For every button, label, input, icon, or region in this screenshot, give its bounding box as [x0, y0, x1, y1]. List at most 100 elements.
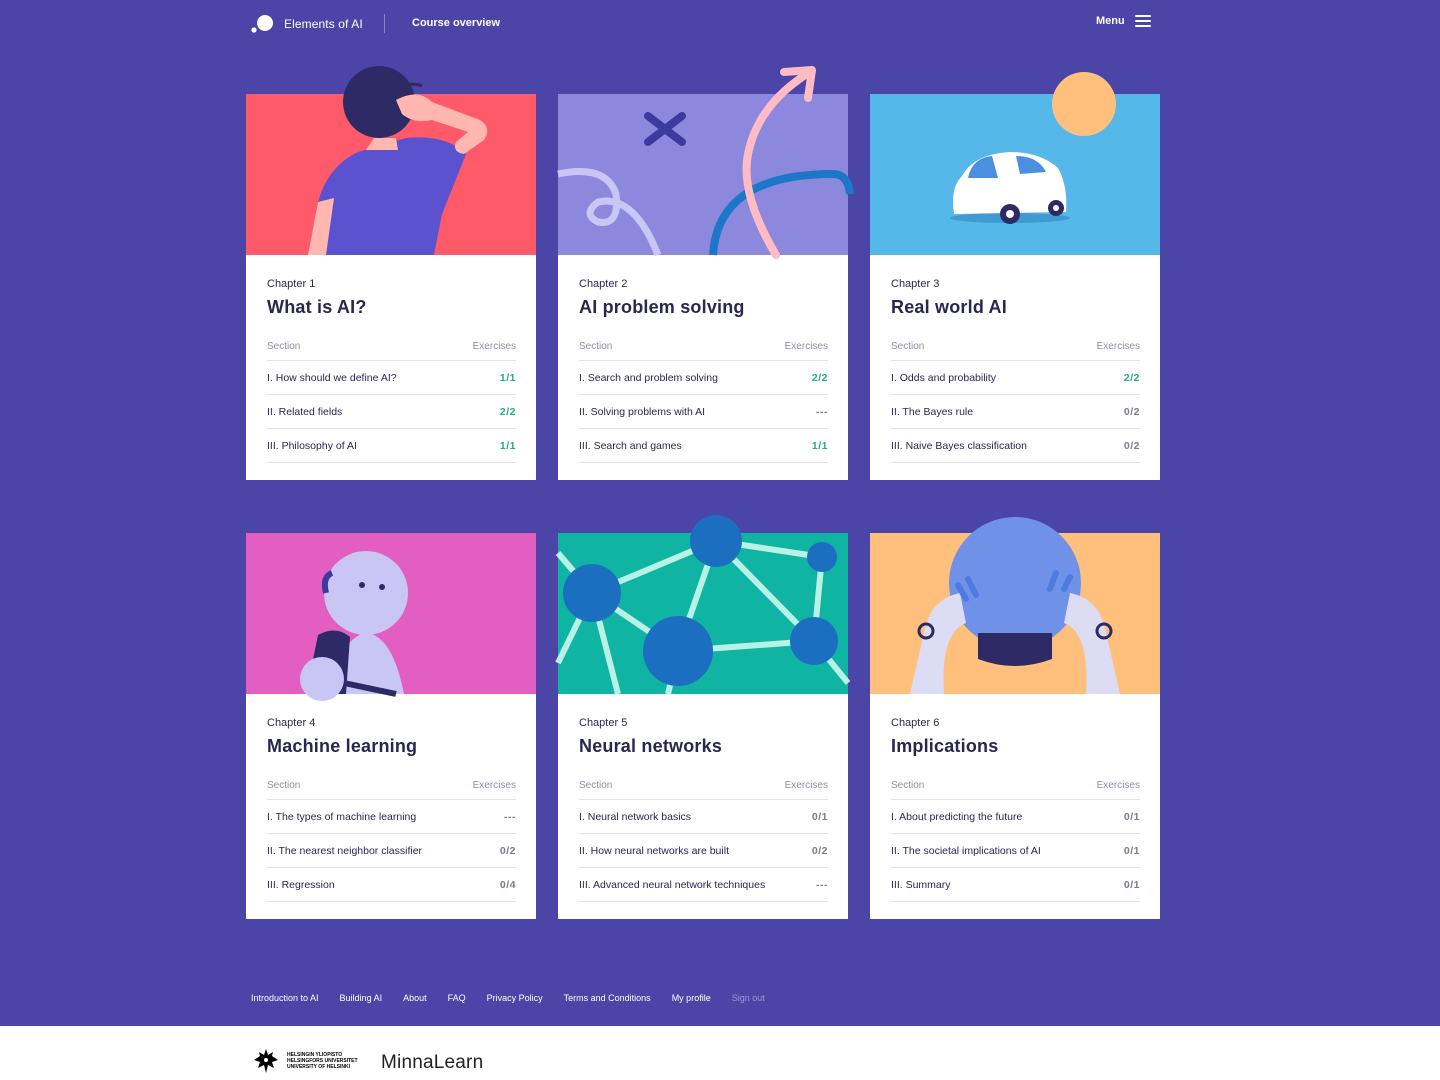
chapter-card[interactable]: Chapter 3 Real world AI Section Exercise… — [870, 72, 1160, 480]
brand-name[interactable]: Elements of AI — [284, 17, 363, 31]
chapter-card[interactable]: Chapter 5 Neural networks Section Exerci… — [555, 515, 851, 919]
section-row[interactable]: II. The nearest neighbor classifier 0/2 — [267, 834, 516, 868]
section-row[interactable]: III. Advanced neural network techniques … — [579, 868, 828, 902]
footer-link-privacy-policy[interactable]: Privacy Policy — [487, 993, 543, 1003]
section-name: I. Odds and probability — [891, 371, 997, 384]
exercise-score: 0/1 — [1123, 844, 1140, 857]
minnalearn-logo[interactable]: MinnaLearn — [381, 1052, 483, 1074]
exercise-score: 0/1 — [1123, 810, 1140, 823]
section-name: III. Summary — [891, 878, 951, 891]
chapter-number: Chapter 4 — [267, 717, 316, 729]
section-row[interactable]: I. About predicting the future 0/1 — [891, 800, 1140, 834]
chapter-title[interactable]: Machine learning — [267, 736, 516, 758]
section-name: III. Philosophy of AI — [267, 439, 357, 452]
exercise-score: 0/4 — [499, 878, 516, 891]
section-row[interactable]: II. Related fields 2/2 — [267, 395, 516, 429]
menu-label: Menu — [1096, 15, 1125, 27]
university-of-helsinki-logo[interactable]: HELSINGIN YLIOPISTO HELSINGFORS UNIVERSI… — [251, 1046, 358, 1076]
section-row[interactable]: I. The types of machine learning --- — [267, 800, 516, 834]
sections-table-header: Section Exercises — [579, 341, 828, 361]
section-column-header: Section — [579, 341, 613, 352]
footer-link-about[interactable]: About — [403, 993, 427, 1003]
exercises-column-header: Exercises — [472, 780, 516, 791]
exercise-score: 1/1 — [499, 439, 516, 452]
chapter-number: Chapter 6 — [891, 717, 940, 729]
section-row[interactable]: I. Search and problem solving 2/2 — [579, 361, 828, 395]
exercises-column-header: Exercises — [784, 341, 828, 352]
partner-bar: HELSINGIN YLIOPISTO HELSINGFORS UNIVERSI… — [0, 1026, 1440, 1080]
exercise-score: 0/1 — [811, 810, 828, 823]
chapter-illustration — [557, 66, 854, 259]
section-row[interactable]: III. Search and games 1/1 — [579, 429, 828, 463]
section-row[interactable]: III. Philosophy of AI 1/1 — [267, 429, 516, 463]
section-name: II. How neural networks are built — [579, 844, 729, 857]
chapter-content: Chapter 5 Neural networks Section Exerci… — [579, 694, 828, 902]
section-name: I. About predicting the future — [891, 810, 1023, 823]
chapter-content: Chapter 1 What is AI? Section Exercises … — [267, 255, 516, 463]
chapter-illustration — [246, 533, 536, 701]
section-name: I. Neural network basics — [579, 810, 692, 823]
footer-link-terms[interactable]: Terms and Conditions — [564, 993, 651, 1003]
exercise-score: 2/2 — [499, 405, 516, 418]
footer-link-my-profile[interactable]: My profile — [672, 993, 711, 1003]
sections-table-header: Section Exercises — [267, 341, 516, 361]
chapter-title[interactable]: AI problem solving — [579, 297, 828, 319]
chapter-card[interactable]: Chapter 1 What is AI? Section Exercises … — [246, 66, 536, 480]
section-row[interactable]: II. The Bayes rule 0/2 — [891, 395, 1140, 429]
chapter-title[interactable]: Real world AI — [891, 297, 1140, 319]
section-name: III. Search and games — [579, 439, 682, 452]
sections-table-header: Section Exercises — [891, 341, 1140, 361]
chapter-card[interactable]: Chapter 2 AI problem solving Section Exe… — [557, 66, 854, 480]
section-row[interactable]: III. Naive Bayes classification 0/2 — [891, 429, 1140, 463]
exercises-column-header: Exercises — [1096, 780, 1140, 791]
chapter-card[interactable]: Chapter 4 Machine learning Section Exerc… — [246, 533, 536, 919]
footer-link-faq[interactable]: FAQ — [448, 993, 466, 1003]
neural-network-icon — [555, 515, 851, 695]
section-row[interactable]: II. Solving problems with AI --- — [579, 395, 828, 429]
chapter-content: Chapter 3 Real world AI Section Exercise… — [891, 255, 1140, 463]
footer-link-introduction-to-ai[interactable]: Introduction to AI — [251, 993, 319, 1003]
exercise-score: 0/1 — [1123, 878, 1140, 891]
sections-table-header: Section Exercises — [891, 780, 1140, 800]
chapter-title[interactable]: What is AI? — [267, 297, 516, 319]
course-overview-link[interactable]: Course overview — [412, 17, 500, 29]
chapter-title[interactable]: Implications — [891, 736, 1140, 758]
footer-link-building-ai[interactable]: Building AI — [340, 993, 383, 1003]
section-row[interactable]: II. How neural networks are built 0/2 — [579, 834, 828, 868]
chapter-content: Chapter 6 Implications Section Exercises… — [891, 694, 1140, 902]
self-driving-car-icon — [950, 72, 1116, 224]
exercises-column-header: Exercises — [1096, 341, 1140, 352]
hamburger-icon — [1134, 15, 1151, 27]
elements-of-ai-logo-icon[interactable] — [251, 14, 275, 34]
section-row[interactable]: I. Odds and probability 2/2 — [891, 361, 1140, 395]
sign-out-link[interactable]: Sign out — [732, 993, 765, 1003]
exercise-score: 2/2 — [811, 371, 828, 384]
exercise-score: --- — [816, 878, 828, 891]
section-row[interactable]: I. Neural network basics 0/1 — [579, 800, 828, 834]
chapter-content: Chapter 4 Machine learning Section Exerc… — [267, 694, 516, 902]
section-row[interactable]: I. How should we define AI? 1/1 — [267, 361, 516, 395]
exercises-column-header: Exercises — [472, 341, 516, 352]
exercise-score: --- — [504, 810, 516, 823]
chapter-illustration — [246, 66, 536, 255]
section-name: I. Search and problem solving — [579, 371, 718, 384]
chapter-illustration — [870, 517, 1160, 694]
section-name: III. Advanced neural network techniques — [579, 878, 766, 891]
section-row[interactable]: III. Summary 0/1 — [891, 868, 1140, 902]
section-row[interactable]: III. Regression 0/4 — [267, 868, 516, 902]
section-column-header: Section — [579, 780, 613, 791]
section-column-header: Section — [891, 341, 925, 352]
exercise-score: --- — [816, 405, 828, 418]
chapter-card[interactable]: Chapter 6 Implications Section Exercises… — [870, 517, 1160, 919]
section-row[interactable]: II. The societal implications of AI 0/1 — [891, 834, 1140, 868]
exercises-column-header: Exercises — [784, 780, 828, 791]
crystal-ball-icon — [910, 517, 1120, 694]
section-name: II. The nearest neighbor classifier — [267, 844, 423, 857]
section-name: III. Regression — [267, 878, 335, 891]
section-name: I. How should we define AI? — [267, 371, 397, 384]
search-path-icon — [557, 66, 854, 259]
chapter-number: Chapter 5 — [579, 717, 628, 729]
person-thinking-icon — [308, 66, 488, 255]
menu-button[interactable]: Menu — [1096, 15, 1151, 27]
chapter-title[interactable]: Neural networks — [579, 736, 828, 758]
